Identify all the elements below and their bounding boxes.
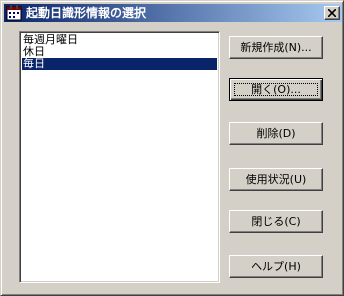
open-button-label: 開く(O)... <box>251 83 301 96</box>
usage-button-label: 使用状況(U) <box>245 173 307 186</box>
delete-button[interactable]: 削除(D) <box>229 122 323 145</box>
close-window-button[interactable] <box>324 6 340 20</box>
window-title: 起動日識形情報の選択 <box>26 6 147 20</box>
schedule-listbox[interactable]: 毎週月曜日 休日 毎日 <box>19 31 220 283</box>
help-button-label: ヘルプ(H) <box>251 260 301 273</box>
usage-button[interactable]: 使用状況(U) <box>229 168 323 191</box>
list-item[interactable]: 休日 <box>22 46 217 58</box>
title-bar[interactable]: 起動日識形情報の選択 <box>4 4 342 22</box>
list-item-selected[interactable]: 毎日 <box>22 58 217 70</box>
dialog-window: 起動日識形情報の選択 毎週月曜日 休日 毎日 新規作成(N)... 開く(O).… <box>0 0 344 296</box>
list-item[interactable]: 毎週月曜日 <box>22 34 217 46</box>
new-button-label: 新規作成(N)... <box>240 41 312 54</box>
new-button[interactable]: 新規作成(N)... <box>229 36 323 59</box>
close-button[interactable]: 閉じる(C) <box>229 210 323 233</box>
open-button[interactable]: 開く(O)... <box>229 78 323 101</box>
close-button-label: 閉じる(C) <box>251 215 301 228</box>
help-button[interactable]: ヘルプ(H) <box>229 255 323 278</box>
delete-button-label: 削除(D) <box>256 127 296 140</box>
calendar-icon <box>6 5 22 21</box>
